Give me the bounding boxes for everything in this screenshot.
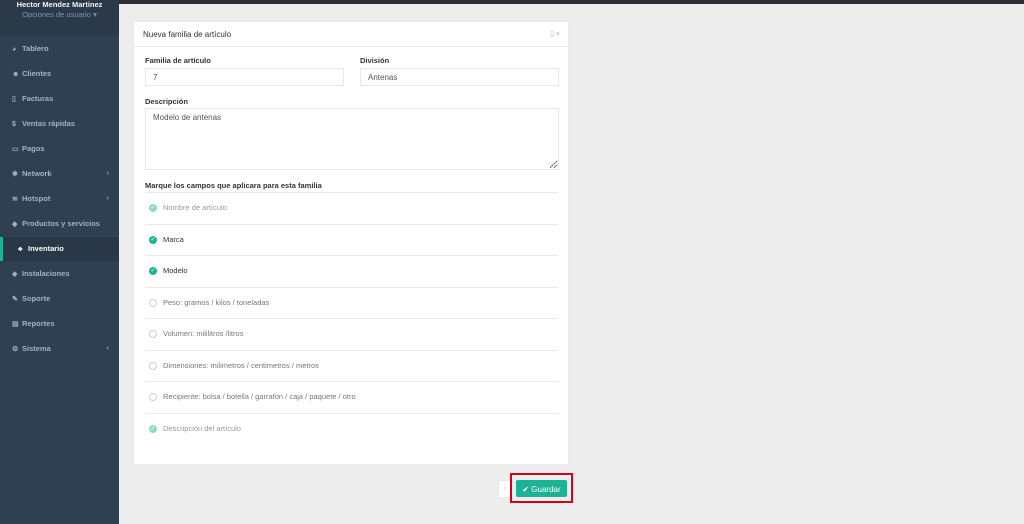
sidebar-item-network[interactable]: ✱ Network ‹ [0,162,119,186]
sidebar-item-label: Network [22,169,52,178]
radio-unchecked-icon[interactable] [149,298,157,307]
users-icon: ☻ [12,71,20,78]
field-option-label: Modelo [163,266,188,275]
family-input[interactable] [145,68,344,86]
user-profile[interactable]: Hector Mendez Martinez Opciones de usuar… [0,0,119,36]
chevron-left-icon: ‹ [106,195,109,202]
network-icon: ✱ [12,171,18,178]
cogs-icon: ⚙ [12,346,19,353]
field-option-label: Nombre de artículo [163,203,227,212]
top-bar [0,0,1024,4]
division-input[interactable] [360,68,559,86]
wifi-icon: ≋ [12,196,18,203]
field-option-label: Dimensiones: milimetros / centimetros / … [163,360,319,370]
chevron-left-icon: ‹ [106,345,109,352]
sidebar-item-hotspot[interactable]: ≋ Hotspot ‹ [0,187,119,211]
sidebar-item-clientes[interactable]: ☻ Clientes [0,62,119,86]
check-icon: ✔ [522,485,530,494]
sidebar-item-inventario[interactable]: ♣ Inventario [0,237,119,261]
sidebar-item-soporte[interactable]: ✎ Soporte [0,287,119,311]
sidebar-item-label: Instalaciones [22,269,70,278]
fields-label: Marque los campos que aplicara para esta… [145,181,322,190]
divider [134,46,568,47]
wrench-icon: ✎ [12,296,18,303]
user-name: Hector Mendez Martinez [16,0,103,9]
sidebar-item-label: Ventas rápidas [22,119,75,128]
book-icon: ▤ [12,321,19,328]
sidebar-item-facturas[interactable]: ▯ Facturas [0,87,119,111]
field-option-row[interactable]: ✓ Nombre de artículo [145,192,558,223]
check-circle-icon[interactable]: ✓ [149,235,157,244]
money-icon: ▭ [12,146,19,153]
user-options-menu[interactable]: Opciones de usuario ▾ [0,10,119,19]
sidebar-item-label: Hotspot [22,194,51,203]
sidebar-item-label: Clientes [22,69,52,78]
field-option-label: Marca [163,234,184,244]
dollar-icon: $ [12,121,16,128]
save-button-label: Guardar [531,485,561,494]
field-option-label: Peso: gramos / kilos / toneladas [163,297,270,307]
field-option-label: Volumen: mililitros /litros [163,329,244,338]
sidebar-item-tablero[interactable]: ◕ Tablero [0,37,119,61]
radio-unchecked-icon[interactable] [149,330,157,338]
check-circle-icon[interactable]: ✓ [149,424,157,433]
field-option-row[interactable]: Dimensiones: milimetros / centimetros / … [145,349,558,381]
field-option-row[interactable]: Recipiente: bolsa / botella / garrafon /… [145,381,558,412]
sidebar-item-pagos[interactable]: ▭ Pagos [0,137,119,161]
new-family-form: Nueva familia de artículo ▯ × Familia de… [133,21,569,465]
sidebar-item-label: Inventario [28,244,64,253]
field-option-label: Descripción del artículo [163,423,241,433]
dashboard-icon: ◕ [12,46,17,53]
sidebar-item-productos-y-servicios[interactable]: ◆ Productos y servicios [0,212,119,236]
field-option-row[interactable]: Volumen: mililitros /litros [145,318,558,349]
division-label: División [360,56,390,65]
radio-unchecked-icon[interactable] [149,361,157,370]
description-textarea[interactable]: Modelo de antenas [145,108,559,170]
sidebar-item-instalaciones[interactable]: ◈ Instalaciones [0,262,119,286]
file-icon: ▯ [12,96,16,103]
user-options-label: Opciones de usuario [22,10,91,19]
cancel-button[interactable]: ‹ [498,480,512,498]
description-label: Descripción [145,97,188,106]
check-circle-icon[interactable]: ✓ [149,267,157,275]
save-button[interactable]: ✔ Guardar [516,480,567,497]
cubes-icon: ♣ [18,246,23,253]
field-option-row[interactable]: ✓ Descripción del artículo [145,412,558,444]
radio-unchecked-icon[interactable] [149,393,157,401]
sidebar-item-label: Productos y servicios [22,219,100,228]
sidebar-item-sistema[interactable]: ⚙ Sistema ‹ [0,337,119,361]
form-title: Nueva familia de artículo [143,30,232,39]
tools-icon: ◈ [12,271,18,278]
caret-down-icon: ▾ [93,10,97,19]
field-option-row[interactable]: ✓ Marca [145,223,558,255]
check-circle-icon[interactable]: ✓ [149,204,157,212]
sidebar: Hector Mendez Martinez Opciones de usuar… [0,0,119,524]
tag-icon: ◆ [12,221,18,228]
chevron-left-icon: ‹ [106,170,109,177]
field-option-row[interactable]: Peso: gramos / kilos / toneladas [145,286,558,318]
sidebar-item-label: Soporte [22,294,51,303]
panel-tools-icons[interactable]: ▯ × [550,30,560,38]
sidebar-item-label: Pagos [22,144,45,153]
family-label: Familia de artículo [145,56,211,65]
field-option-label: Recipiente: bolsa / botella / garrafon /… [163,392,356,401]
sidebar-item-label: Sistema [22,344,51,353]
sidebar-item-reportes[interactable]: ▤ Reportes [0,312,119,336]
field-option-row[interactable]: ✓ Modelo [145,255,558,286]
sidebar-item-label: Tablero [22,44,49,53]
sidebar-item-ventas-rápidas[interactable]: $ Ventas rápidas [0,112,119,136]
sidebar-item-label: Facturas [22,94,54,103]
sidebar-item-label: Reportes [22,319,55,328]
